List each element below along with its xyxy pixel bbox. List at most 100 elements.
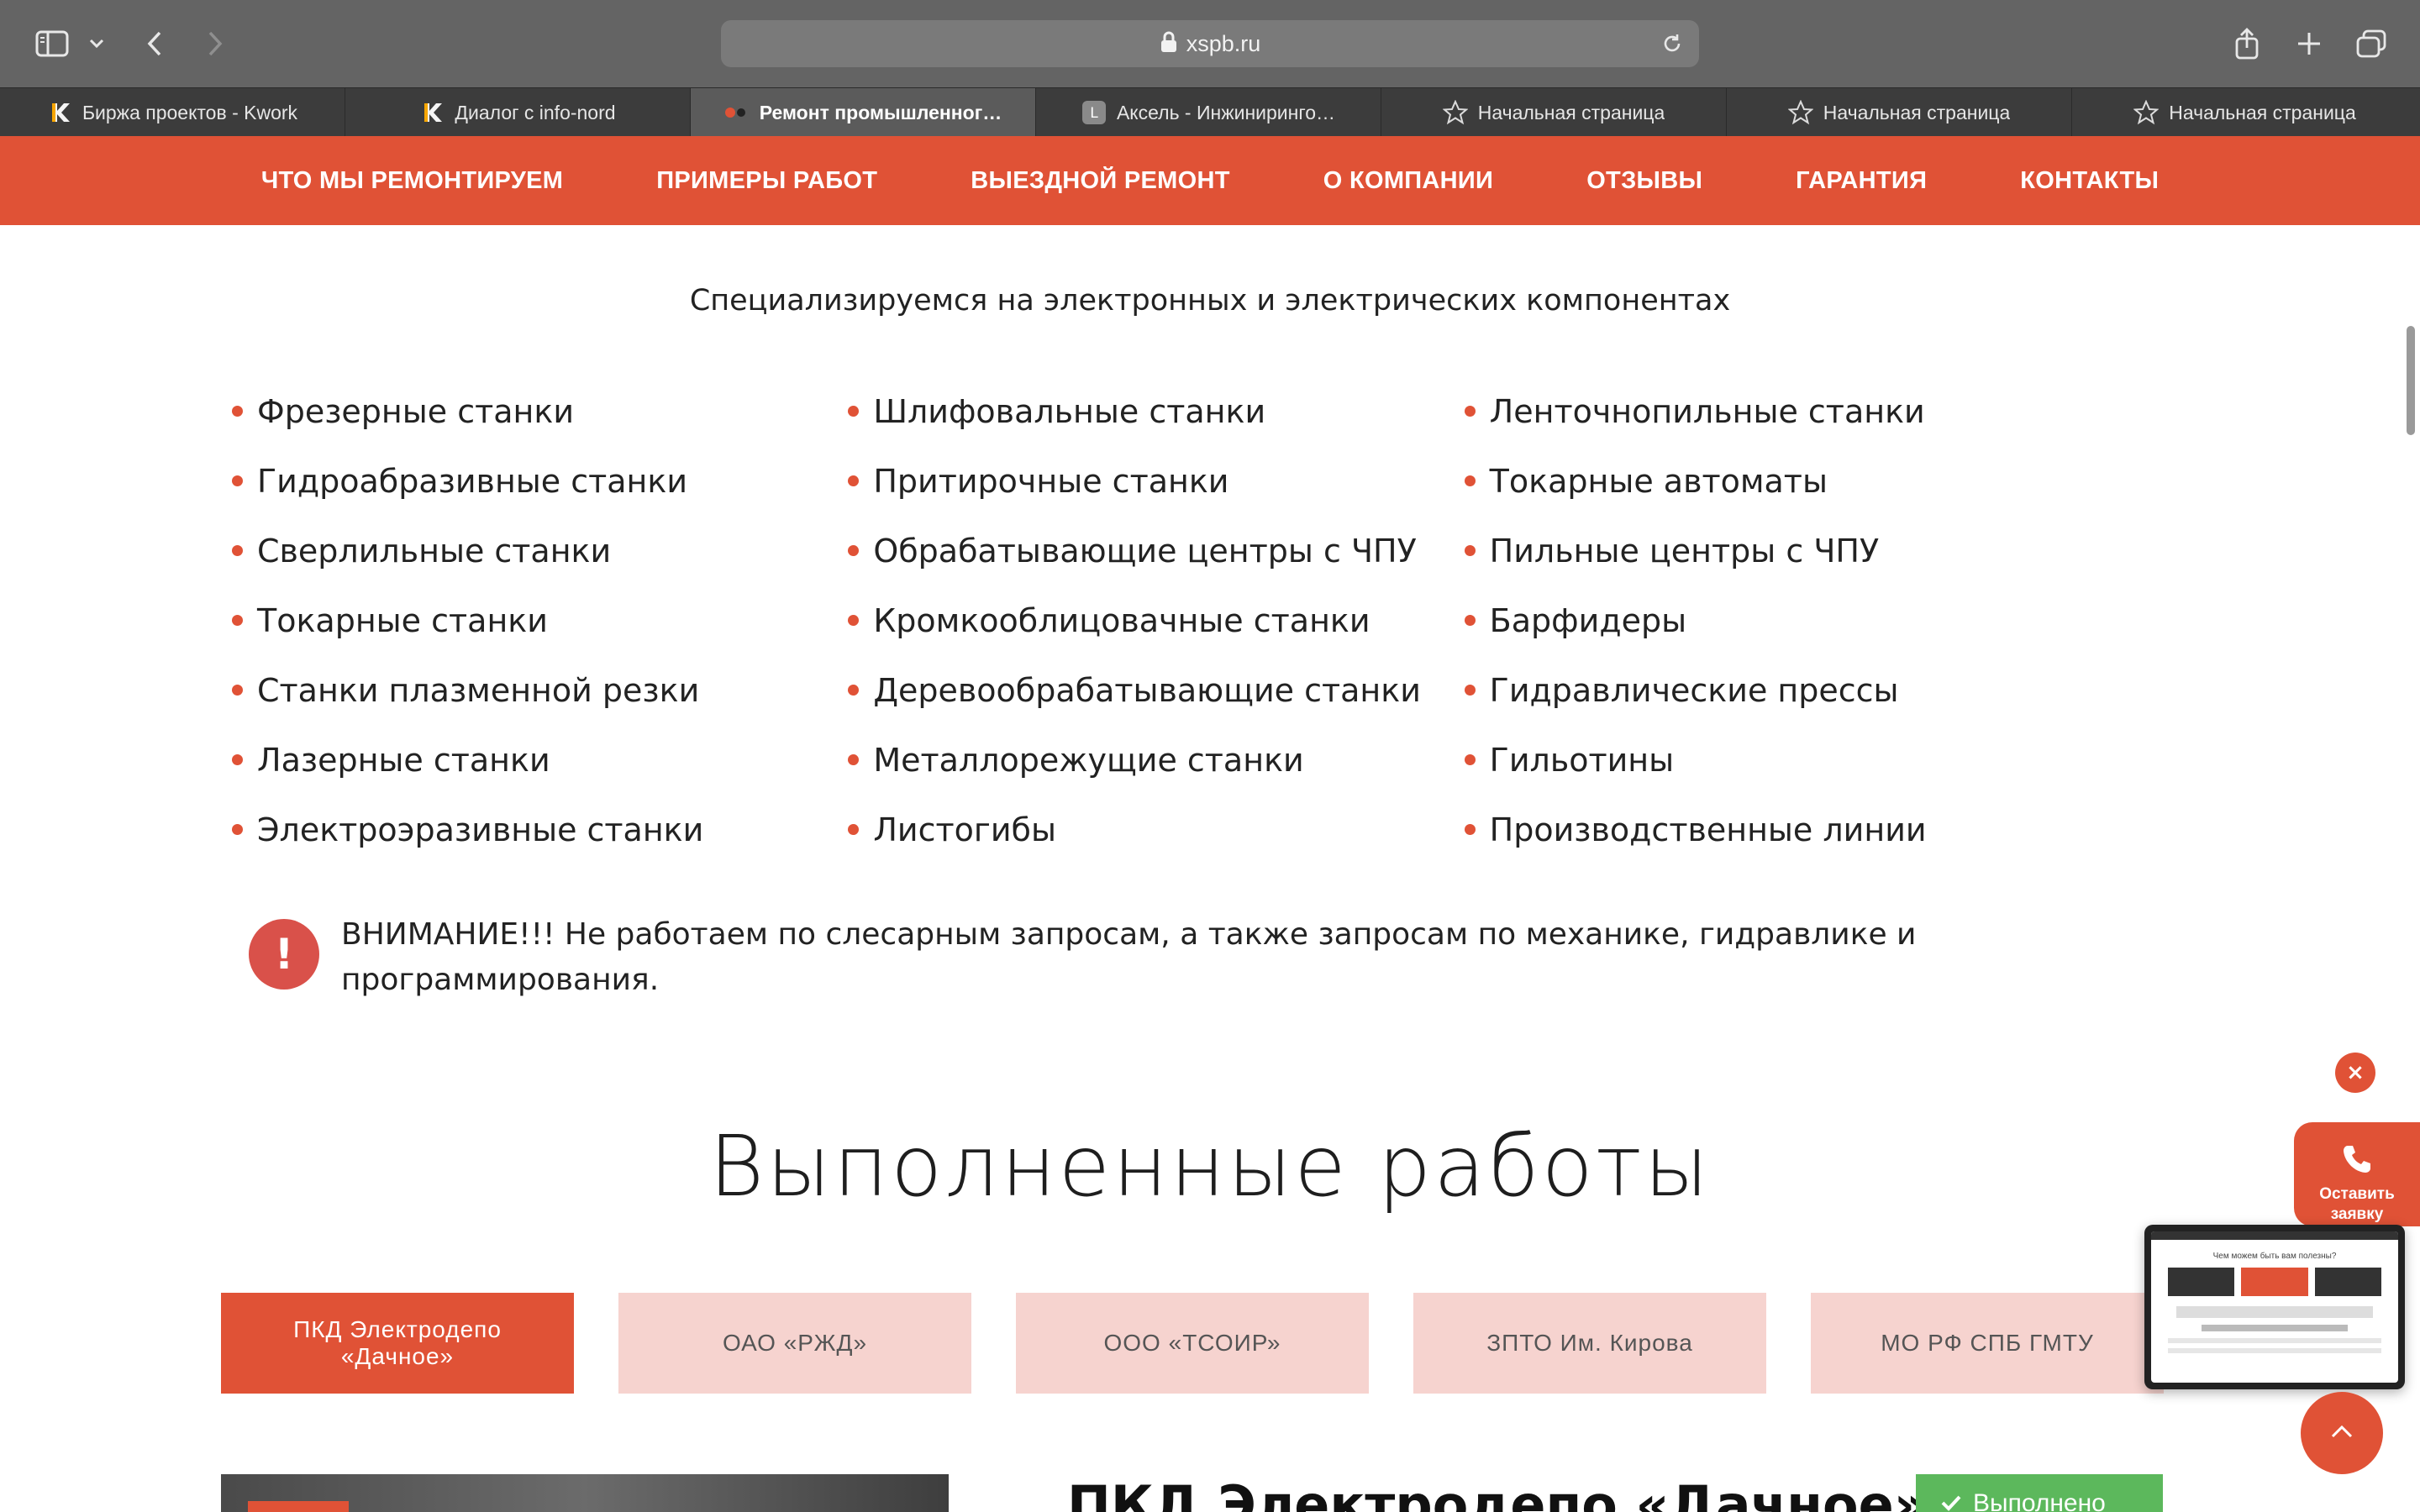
preview-line (2168, 1338, 2381, 1343)
svg-text:L: L (1090, 105, 1098, 122)
list-item: Барфидеры (1464, 585, 2081, 655)
nav-contacts[interactable]: КОНТАКТЫ (2020, 167, 2159, 195)
preview-block (2176, 1306, 2373, 1318)
list-item: Электроэразивные станки (232, 795, 848, 864)
preview-heading: Чем можем быть вам полезны? (2212, 1252, 2337, 1261)
bullet-icon (1464, 685, 1476, 696)
tab-start-page[interactable]: Начальная страница (2072, 88, 2417, 137)
bullet-icon (848, 545, 860, 556)
preview-cards (2151, 1261, 2398, 1303)
site-preview-thumbnail[interactable]: Чем можем быть вам полезны? (2144, 1225, 2405, 1389)
star-icon (1787, 100, 1813, 125)
list-item: Гильотины (1464, 725, 2081, 795)
share-icon[interactable] (2228, 20, 2265, 67)
list-item: Шлифовальные станки (848, 376, 1464, 446)
nav-what-we-repair[interactable]: ЧТО МЫ РЕМОНТИРУЕМ (261, 167, 563, 195)
close-widget-button[interactable]: × (2335, 1053, 2375, 1093)
callback-request-button[interactable]: Оставить заявку (2294, 1122, 2420, 1226)
tab-label: Аксель - Инжиниринго… (1116, 101, 1336, 123)
tab-label: Начальная страница (1477, 101, 1665, 123)
works-tab-mo-rf[interactable]: МО РФ СПБ ГМТУ (1811, 1293, 2164, 1394)
tab-kwork-dialog[interactable]: Диалог с info-nord (345, 88, 691, 137)
kwork-icon (47, 100, 72, 125)
tab-label: Ремонт промышленног… (759, 101, 1002, 123)
bullet-icon (232, 406, 243, 417)
list-item: Листогибы (848, 795, 1464, 864)
preview-line (2168, 1348, 2381, 1353)
preview-header-bar (2151, 1231, 2398, 1240)
tab-label: Диалог с info-nord (455, 101, 616, 123)
works-tab-dachnoe[interactable]: ПКД Электродепо «Дачное» (221, 1293, 574, 1394)
back-icon[interactable] (134, 20, 175, 67)
forward-icon[interactable] (195, 20, 235, 67)
url-text: xspb.ru (1186, 30, 1261, 56)
tab-label: Начальная страница (1823, 101, 2011, 123)
tab-kwork-projects[interactable]: Биржа проектов - Kwork (0, 88, 345, 137)
work-photo (221, 1474, 949, 1512)
bullet-icon (232, 615, 243, 626)
bullet-icon (1464, 545, 1476, 556)
bullet-icon (848, 615, 860, 626)
site-favicon-icon (724, 100, 750, 125)
tab-overview-icon[interactable] (2353, 20, 2390, 67)
tab-groups-chevron-icon[interactable] (84, 20, 109, 67)
tab-bar: Биржа проектов - Kwork Диалог с info-nor… (0, 87, 2420, 137)
nav-onsite-repair[interactable]: ВЫЕЗДНОЙ РЕМОНТ (971, 167, 1229, 195)
list-item: Пильные центры с ЧПУ (1464, 516, 2081, 585)
bullet-icon (232, 545, 243, 556)
nav-warranty[interactable]: ГАРАНТИЯ (1796, 167, 1927, 195)
tab-xspb-repair[interactable]: Ремонт промышленног… (691, 88, 1036, 137)
list-item: Гидроабразивные станки (232, 446, 848, 516)
bullet-icon (848, 824, 860, 835)
preview-card (2314, 1268, 2381, 1296)
star-icon (1442, 100, 1468, 125)
list-item: Сверлильные станки (232, 516, 848, 585)
machine-types-list: Фрезерные станки Гидроабразивные станки … (232, 376, 2081, 864)
bullet-icon (848, 685, 860, 696)
preview-screen: Чем можем быть вам полезны? (2151, 1231, 2398, 1383)
photo-label-tag (248, 1501, 349, 1512)
preview-line (2202, 1325, 2348, 1331)
nav-reviews[interactable]: ОТЗЫВЫ (1586, 167, 1702, 195)
works-tabs: ПКД Электродепо «Дачное» ОАО «РЖД» ООО «… (221, 1293, 2164, 1394)
site-navigation: ЧТО МЫ РЕМОНТИРУЕМ ПРИМЕРЫ РАБОТ ВЫЕЗДНО… (0, 136, 2420, 225)
list-item: Станки плазменной резки (232, 655, 848, 725)
works-tab-zpto-kirova[interactable]: ЗПТО Им. Кирова (1413, 1293, 1766, 1394)
nav-about-company[interactable]: О КОМПАНИИ (1323, 167, 1493, 195)
machine-column: Фрезерные станки Гидроабразивные станки … (232, 376, 848, 864)
exclamation-icon: ! (249, 919, 319, 990)
tab-start-page[interactable]: Начальная страница (1727, 88, 2072, 137)
list-item: Производственные линии (1464, 795, 2081, 864)
phone-icon (2340, 1142, 2374, 1179)
bullet-icon (232, 824, 243, 835)
list-item: Лазерные станки (232, 725, 848, 795)
bullet-icon (848, 406, 860, 417)
address-bar[interactable]: xspb.ru (721, 20, 1699, 67)
page-scrollbar[interactable] (2407, 326, 2415, 435)
list-item: Фрезерные станки (232, 376, 848, 446)
bullet-icon (1464, 824, 1476, 835)
list-item: Гидравлические прессы (1464, 655, 2081, 725)
sidebar-toggle-icon[interactable] (32, 20, 72, 67)
works-tab-rzd[interactable]: ОАО «РЖД» (618, 1293, 971, 1394)
nav-work-examples[interactable]: ПРИМЕРЫ РАБОТ (656, 167, 877, 195)
machine-column: Шлифовальные станки Притирочные станки О… (848, 376, 1464, 864)
work-title: ПКД Электродепо «Дачное» (1067, 1474, 1928, 1512)
list-item: Ленточнопильные станки (1464, 376, 2081, 446)
bullet-icon (1464, 754, 1476, 765)
new-tab-icon[interactable] (2291, 20, 2328, 67)
tab-axel-engineering[interactable]: L Аксель - Инжиниринго… (1036, 88, 1381, 137)
status-badge: Выполнено (1916, 1474, 2163, 1512)
bullet-icon (1464, 406, 1476, 417)
bullet-icon (1464, 615, 1476, 626)
works-tab-tsoir[interactable]: ООО «ТСОИР» (1016, 1293, 1369, 1394)
tab-start-page[interactable]: Начальная страница (1381, 88, 1727, 137)
reload-icon[interactable] (1660, 32, 1684, 59)
bullet-icon (232, 685, 243, 696)
machine-column: Ленточнопильные станки Токарные автоматы… (1464, 376, 2081, 864)
scroll-to-top-button[interactable] (2301, 1392, 2383, 1474)
bullet-icon (232, 754, 243, 765)
bullet-icon (1464, 475, 1476, 486)
section-subtitle: Специализируемся на электронных и электр… (689, 284, 1731, 318)
kwork-icon (419, 100, 445, 125)
